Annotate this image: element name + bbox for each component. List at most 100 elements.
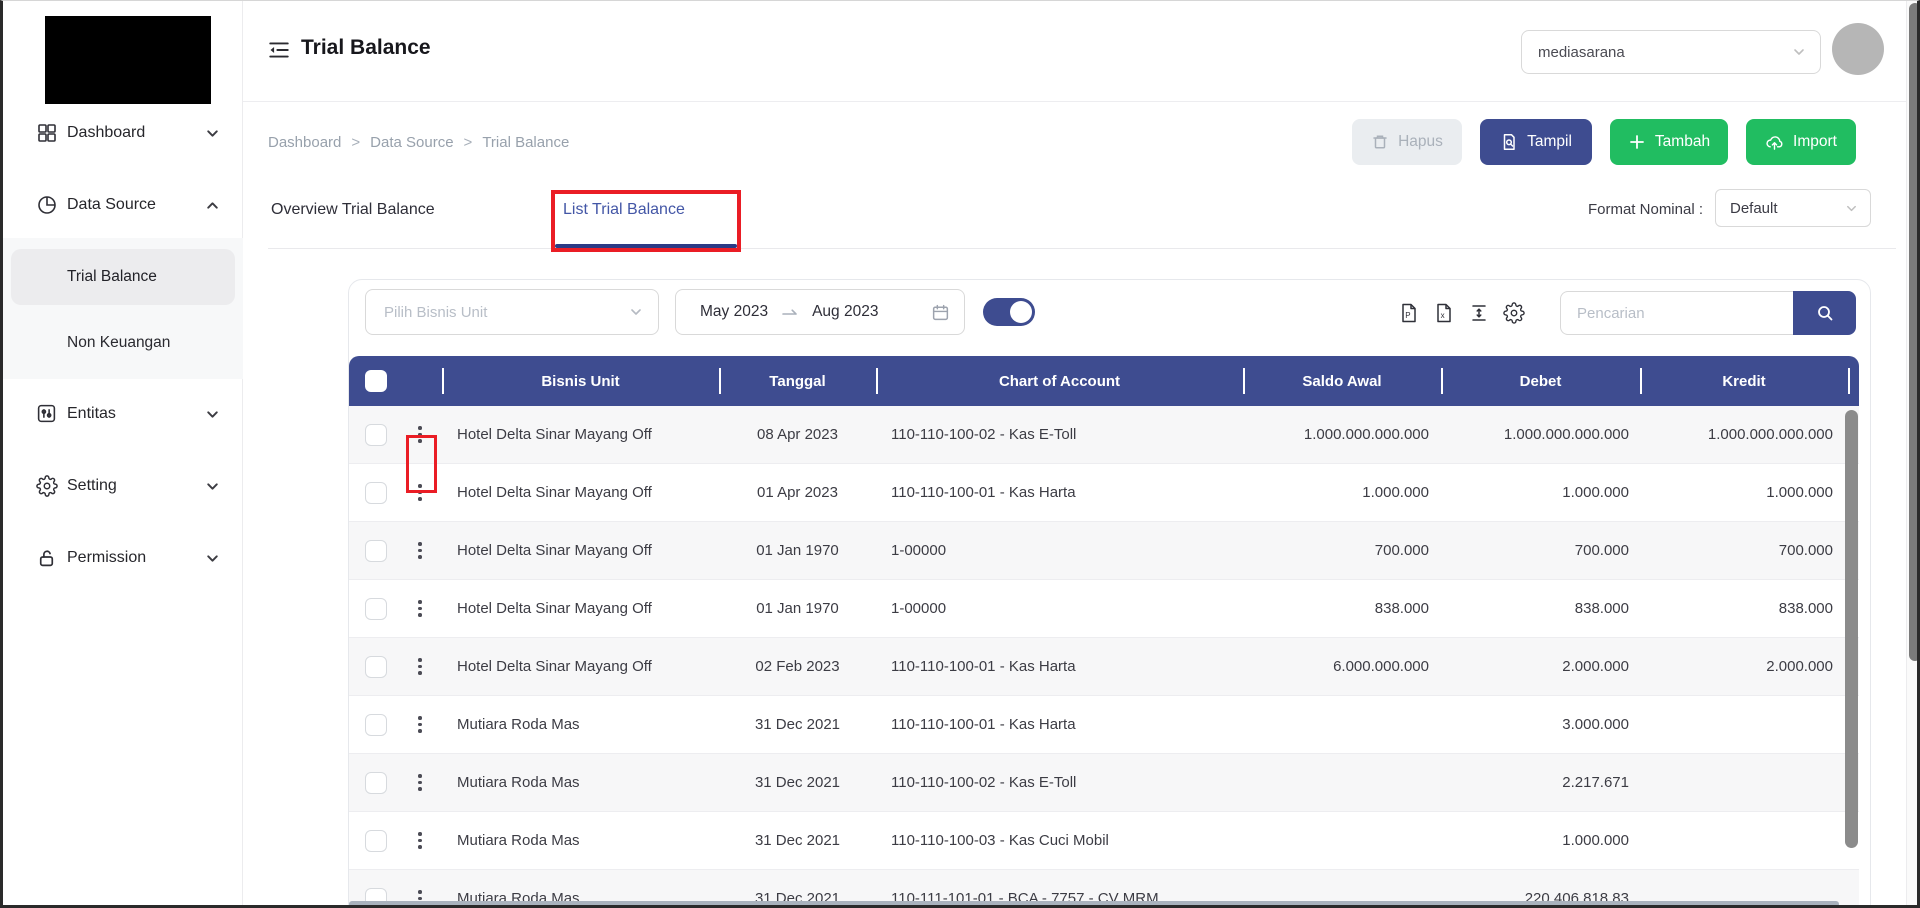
cell-debet: 838.000 (1574, 600, 1629, 617)
row-menu-icon[interactable] (413, 654, 427, 679)
cell-kredit (1640, 754, 1848, 811)
row-menu-icon[interactable] (413, 422, 427, 447)
row-checkbox[interactable] (365, 829, 387, 852)
breadcrumb-trial-balance[interactable]: Trial Balance (482, 134, 569, 151)
header-chart-of-account[interactable]: Chart of Account (876, 356, 1243, 406)
search-button[interactable] (1793, 291, 1856, 335)
sidebar-item-trial-balance[interactable]: Trial Balance (11, 249, 235, 305)
select-all-checkbox[interactable] (365, 370, 387, 392)
cell-debet: 1.000.000 (1562, 484, 1629, 501)
row-checkbox[interactable] (365, 771, 387, 794)
format-nominal-select[interactable]: Default (1715, 189, 1871, 227)
toggle-knob (1010, 301, 1032, 323)
pdf-export-icon[interactable]: P (1398, 302, 1420, 324)
cell-tanggal: 31 Dec 2021 (754, 716, 841, 733)
sidebar-item-dashboard[interactable]: Dashboard (3, 111, 243, 155)
cell-bisnis-unit: Mutiara Roda Mas (457, 716, 580, 733)
row-checkbox[interactable] (365, 539, 387, 562)
tenant-select-value: mediasarana (1538, 43, 1625, 61)
calendar-icon (931, 303, 950, 322)
row-menu-icon[interactable] (413, 712, 427, 737)
tampil-button[interactable]: Tampil (1480, 119, 1592, 165)
table-row: Mutiara Roda Mas 31 Dec 2021 110-110-100… (349, 754, 1859, 812)
date-range-picker[interactable]: May 2023 Aug 2023 (675, 289, 965, 335)
date-start[interactable]: May 2023 (700, 303, 768, 321)
hapus-button[interactable]: Hapus (1352, 119, 1462, 165)
cell-debet: 1.000.000.000.000 (1503, 426, 1629, 443)
cell-debet: 2.217.671 (1562, 774, 1629, 791)
table-horizontal-scrollbar[interactable] (349, 901, 1839, 905)
cell-saldo-awal: 700.000 (1374, 542, 1429, 559)
cell-kredit: 2.000.000 (1766, 658, 1833, 675)
excel-export-icon[interactable]: x (1433, 302, 1455, 324)
format-nominal-label: Format Nominal : (1587, 201, 1703, 218)
arrow-right-icon (780, 302, 800, 322)
search-icon (1817, 306, 1832, 321)
bisnis-unit-select[interactable]: Pilih Bisnis Unit (365, 289, 659, 335)
sidebar-item-entitas[interactable]: Entitas (3, 392, 243, 436)
chevron-down-icon (1792, 45, 1806, 59)
sidebar-item-permission[interactable]: Permission (3, 536, 243, 580)
table-header: Bisnis Unit Tanggal Chart of Account Sal… (349, 356, 1859, 406)
row-menu-icon[interactable] (413, 480, 427, 505)
plus-icon (1630, 135, 1644, 149)
cell-chart-of-account: 110-110-100-03 - Kas Cuci Mobil (891, 832, 1109, 849)
filter-toggle[interactable] (983, 298, 1035, 326)
tab-list-trial-balance[interactable]: List Trial Balance (563, 201, 685, 219)
cell-debet: 1.000.000 (1562, 832, 1629, 849)
breadcrumb: Dashboard > Data Source > Trial Balance (268, 134, 569, 151)
header-overflow-sliver (1848, 356, 1859, 406)
avatar[interactable] (1832, 23, 1884, 75)
table-settings-icon[interactable] (1503, 302, 1525, 324)
trash-icon (1373, 135, 1387, 149)
row-checkbox[interactable] (365, 597, 387, 620)
row-menu-icon[interactable] (413, 770, 427, 795)
row-menu-icon[interactable] (413, 538, 427, 563)
breadcrumb-dashboard[interactable]: Dashboard (268, 134, 341, 151)
row-checkbox[interactable] (365, 655, 387, 678)
tabs-divider (268, 248, 1896, 249)
cell-tanggal: 08 Apr 2023 (757, 426, 838, 443)
row-checkbox[interactable] (365, 713, 387, 736)
cell-tanggal: 31 Dec 2021 (754, 832, 841, 849)
sidebar: Dashboard Data Source Trial Balance Non … (3, 1, 243, 905)
row-checkbox[interactable] (365, 481, 387, 504)
app-window: Dashboard Data Source Trial Balance Non … (0, 0, 1920, 908)
search-input[interactable] (1560, 291, 1793, 335)
breadcrumb-data-source[interactable]: Data Source (370, 134, 453, 151)
cell-kredit: 838.000 (1778, 600, 1833, 617)
menu-fold-icon[interactable] (267, 38, 291, 62)
sidebar-item-data-source[interactable]: Data Source (3, 183, 243, 227)
row-checkbox[interactable] (365, 423, 387, 446)
app-logo (45, 16, 211, 104)
row-menu-icon[interactable] (413, 828, 427, 853)
header-saldo-awal[interactable]: Saldo Awal (1243, 356, 1441, 406)
cell-bisnis-unit: Hotel Delta Sinar Mayang Off (457, 426, 652, 443)
tambah-button[interactable]: Tambah (1610, 119, 1728, 165)
page-scrollbar-thumb[interactable] (1909, 3, 1917, 661)
header-debet[interactable]: Debet (1441, 356, 1640, 406)
column-height-icon[interactable] (1468, 302, 1490, 324)
date-end[interactable]: Aug 2023 (812, 303, 878, 321)
cell-kredit (1640, 696, 1848, 753)
row-menu-icon[interactable] (413, 596, 427, 621)
cell-tanggal: 31 Dec 2021 (754, 774, 841, 791)
data-source-submenu: Trial Balance Non Keuangan (3, 238, 243, 379)
table-row: Hotel Delta Sinar Mayang Off 02 Feb 2023… (349, 638, 1859, 696)
cell-debet: 3.000.000 (1562, 716, 1629, 733)
dashboard-grid-icon (36, 122, 58, 144)
header-tanggal[interactable]: Tanggal (719, 356, 876, 406)
sidebar-item-setting[interactable]: Setting (3, 464, 243, 508)
tab-overview-trial-balance[interactable]: Overview Trial Balance (271, 201, 435, 219)
import-button[interactable]: Import (1746, 119, 1856, 165)
header-bisnis-unit[interactable]: Bisnis Unit (442, 356, 719, 406)
bisnis-unit-placeholder: Pilih Bisnis Unit (384, 303, 488, 321)
svg-text:x: x (1441, 311, 1445, 320)
sidebar-item-non-keuangan[interactable]: Non Keuangan (3, 321, 243, 365)
table-vertical-scrollbar[interactable] (1845, 410, 1858, 848)
tenant-select[interactable]: mediasarana (1521, 30, 1821, 74)
cell-kredit (1640, 812, 1848, 869)
cell-bisnis-unit: Hotel Delta Sinar Mayang Off (457, 600, 652, 617)
cell-saldo-awal: 838.000 (1374, 600, 1429, 617)
header-kredit[interactable]: Kredit (1640, 356, 1848, 406)
